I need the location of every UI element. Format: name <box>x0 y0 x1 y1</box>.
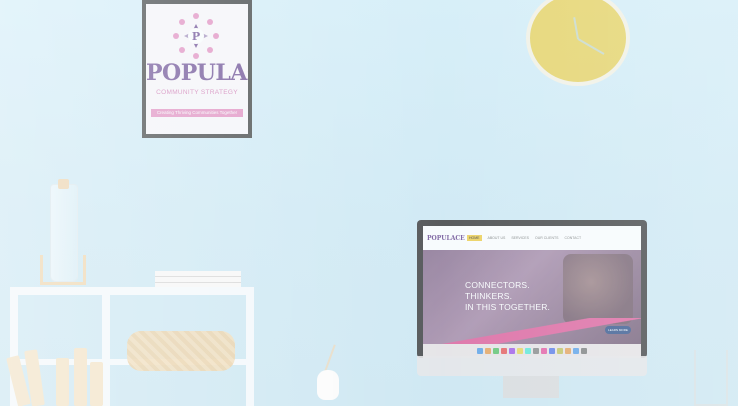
nav-home: HOME <box>467 235 482 241</box>
hero-line-3: IN THIS TOGETHER. <box>465 302 551 312</box>
monitor-chin <box>417 356 647 376</box>
poster-tagline: Creating Thriving Communities Together <box>151 109 243 117</box>
hero-headline: CONNECTORS. THINKERS. IN THIS TOGETHER. <box>465 280 550 313</box>
nav-contact: CONTACT <box>564 236 582 240</box>
hero-cta-button: LEARN MORE <box>605 326 631 334</box>
paper-rolls <box>6 345 103 406</box>
poster-subtitle: COMMUNITY STRATEGY <box>156 89 238 96</box>
desktop-monitor: POPULACE HOME ABOUT US SERVICES OUR CLIE… <box>417 220 647 358</box>
populace-logo-icon: P <box>173 13 219 59</box>
clock-hour-hand <box>573 17 579 40</box>
nav-services: SERVICES <box>511 236 529 240</box>
hero-line-1: CONNECTORS. <box>465 280 530 290</box>
wicker-basket <box>127 331 235 371</box>
wall-clock <box>526 0 630 86</box>
glass-planter <box>694 350 728 406</box>
hero-line-2: THINKERS. <box>465 291 513 301</box>
poster: P POPULACE COMMUNITY STRATEGY Creating T… <box>146 4 248 134</box>
dried-flower <box>324 344 336 372</box>
nav-about: ABOUT US <box>487 236 506 240</box>
poster-title: POPULACE <box>146 60 248 86</box>
svg-text:P: P <box>192 30 200 43</box>
poster-frame: P POPULACE COMMUNITY STRATEGY Creating T… <box>142 0 252 138</box>
monitor-screen: POPULACE HOME ABOUT US SERVICES OUR CLIE… <box>423 226 641 358</box>
site-logo: POPULACE <box>427 234 465 242</box>
white-vase <box>317 370 339 400</box>
wooden-stand <box>40 255 86 285</box>
website-nav: POPULACE HOME ABOUT US SERVICES OUR CLIE… <box>423 226 641 250</box>
workspace-scene: P POPULACE COMMUNITY STRATEGY Creating T… <box>0 0 738 406</box>
nav-clients: OUR CLIENTS <box>534 236 559 240</box>
website-hero: CONNECTORS. THINKERS. IN THIS TOGETHER. … <box>423 250 641 344</box>
hero-image <box>563 254 633 324</box>
monitor-stand <box>503 376 559 398</box>
clock-minute-hand <box>577 38 605 55</box>
